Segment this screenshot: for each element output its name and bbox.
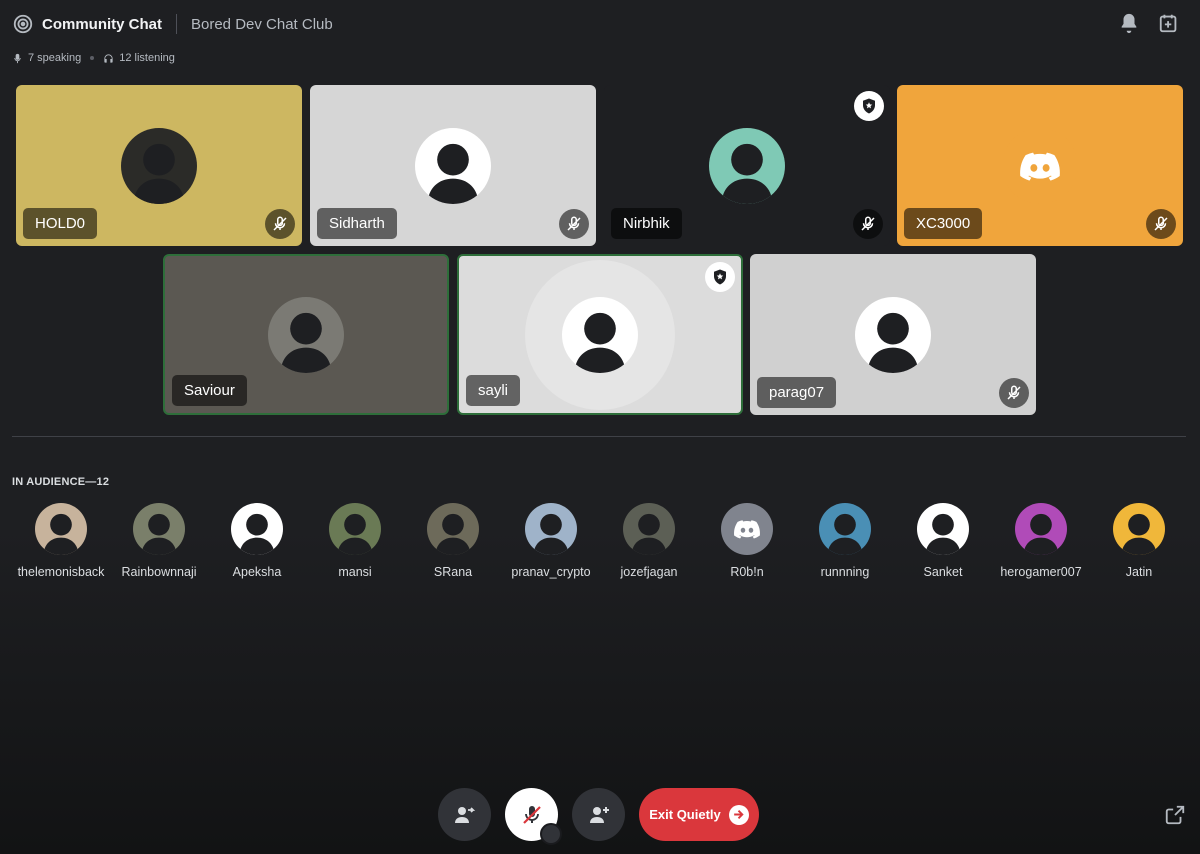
move-to-audience-icon (454, 806, 475, 823)
stage-icon (13, 14, 33, 34)
audience-avatar (35, 503, 87, 555)
moderator-badge-icon (705, 262, 735, 292)
server-name: Bored Dev Chat Club (191, 15, 333, 33)
mic-muted-icon (999, 378, 1029, 408)
invite-button[interactable] (572, 788, 625, 841)
headphones-icon (104, 53, 113, 63)
audience-name: Sanket (923, 565, 963, 579)
speaker-tile[interactable]: parag07 (750, 254, 1036, 415)
header-divider (176, 14, 177, 34)
moderator-badge-icon (854, 91, 884, 121)
exit-label: Exit Quietly (649, 807, 721, 822)
stats-dot (90, 56, 95, 60)
stage-controls: Exit Quietly (438, 788, 759, 845)
speaker-tile[interactable]: Sidharth (310, 85, 596, 246)
speaker-tile[interactable]: Nirbhik (604, 85, 890, 246)
speaker-tile[interactable]: sayli (457, 254, 743, 415)
speaker-avatar (121, 127, 197, 204)
audience-name: Rainbownnaji (121, 565, 197, 579)
speaker-avatar (415, 127, 491, 204)
speaker-name: Saviour (172, 375, 247, 406)
speaker-tile[interactable]: XC3000 (897, 85, 1183, 246)
calendar-add-icon[interactable] (1158, 12, 1180, 34)
audience-member[interactable]: mansi (306, 503, 404, 579)
speaker-name: parag07 (757, 377, 837, 408)
speaker-name: sayli (466, 375, 521, 406)
audience-member[interactable]: Sanket (894, 503, 992, 579)
audience-avatar (1015, 503, 1067, 555)
mic-options-button[interactable] (540, 823, 562, 845)
speaker-avatar (562, 296, 638, 373)
audience-avatar (133, 503, 185, 555)
invite-icon (589, 806, 609, 823)
audience-member[interactable]: runnning (796, 503, 894, 579)
audience-name: thelemonisback (17, 565, 105, 579)
audience-avatar (427, 503, 479, 555)
mic-muted-icon (522, 805, 541, 824)
audience-avatar (819, 503, 871, 555)
audience-member[interactable]: Jatin (1090, 503, 1188, 579)
chevron-down-icon (547, 831, 555, 837)
audience-avatar (917, 503, 969, 555)
audience-member[interactable]: R0b!n (698, 503, 796, 579)
speaker-name: XC3000 (904, 208, 983, 239)
audience-member[interactable]: pranav_crypto (502, 503, 600, 579)
audience-member[interactable]: Apeksha (208, 503, 306, 579)
audience-name: pranav_crypto (511, 565, 591, 579)
arrow-right-icon (728, 804, 749, 825)
section-divider (12, 436, 1186, 437)
audience-avatar (721, 503, 773, 555)
mic-icon (14, 53, 21, 63)
speaker-tile[interactable]: Saviour (163, 254, 449, 415)
speaker-avatar (855, 296, 931, 373)
channel-title: Community Chat (42, 15, 162, 33)
audience-member[interactable]: jozefjagan (600, 503, 698, 579)
audience-name: mansi (338, 565, 372, 579)
audience-name: R0b!n (730, 565, 764, 579)
audience-name: SRana (433, 565, 473, 579)
audience-avatar (623, 503, 675, 555)
mic-muted-icon (853, 209, 883, 239)
speaker-name: Nirbhik (611, 208, 682, 239)
audience-title: IN AUDIENCE—12 (12, 476, 110, 488)
audience-avatar (231, 503, 283, 555)
stage-stats: 7 speaking 12 listening (12, 52, 175, 64)
speaker-tile[interactable]: HOLD0 (16, 85, 302, 246)
mic-muted-icon (559, 209, 589, 239)
audience-avatar (525, 503, 577, 555)
audience-name: runnning (820, 565, 870, 579)
audience-avatar (329, 503, 381, 555)
exit-quietly-button[interactable]: Exit Quietly (639, 788, 759, 841)
audience-member[interactable]: Rainbownnaji (110, 503, 208, 579)
audience-member[interactable]: SRana (404, 503, 502, 579)
audience-name: Apeksha (232, 565, 282, 579)
bell-icon[interactable] (1118, 12, 1140, 34)
speaking-count: 7 speaking (28, 52, 82, 64)
speaker-name: Sidharth (317, 208, 397, 239)
audience-avatar (1113, 503, 1165, 555)
move-to-audience-button[interactable] (438, 788, 491, 841)
listening-count: 12 listening (119, 52, 175, 64)
audience-name: herogamer007 (1000, 565, 1082, 579)
audience-name: jozefjagan (620, 565, 678, 579)
speaker-name: HOLD0 (23, 208, 98, 239)
header-bar: Community Chat Bored Dev Chat Club (0, 0, 1200, 48)
mic-muted-icon (1146, 209, 1176, 239)
audience-name: Jatin (1125, 565, 1153, 579)
popout-icon[interactable] (1164, 804, 1186, 826)
mic-toggle-button[interactable] (505, 788, 562, 845)
audience-member[interactable]: herogamer007 (992, 503, 1090, 579)
speaker-avatar (268, 296, 344, 373)
audience-member[interactable]: thelemonisback (12, 503, 110, 579)
speaker-avatar (1002, 127, 1078, 204)
audience-list: thelemonisback Rainbownnaji Apeksha mansi SR… (12, 503, 1188, 579)
speaker-avatar (709, 127, 785, 204)
mic-muted-icon (265, 209, 295, 239)
